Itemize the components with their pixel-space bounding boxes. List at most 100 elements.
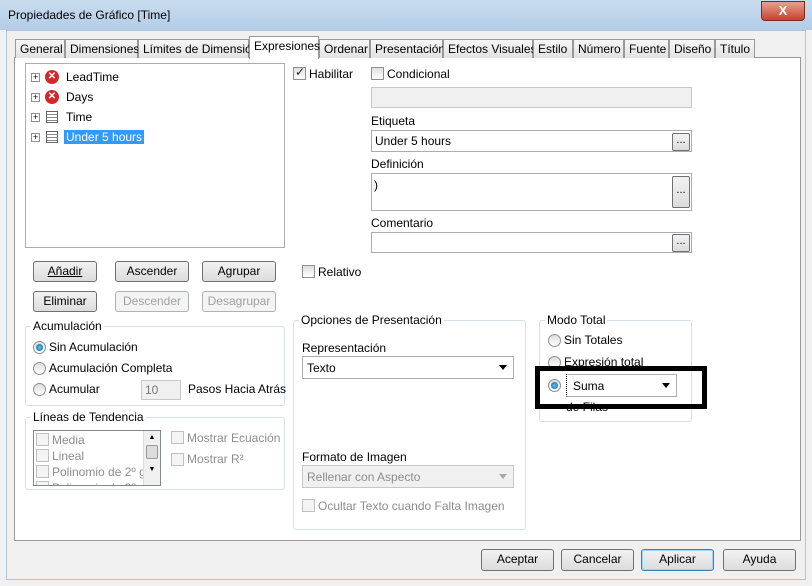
cancel-button[interactable]: Cancelar — [561, 549, 634, 571]
relative-checkbox[interactable] — [302, 265, 315, 278]
close-button[interactable]: X — [761, 1, 805, 21]
ungroup-button[interactable]: Desagrupar — [202, 291, 276, 312]
scroll-up-icon[interactable]: ▲ — [144, 431, 160, 445]
trend-item-label: Lineal — [52, 449, 85, 463]
tab-10[interactable]: Diseño — [669, 39, 715, 58]
move-up-button[interactable]: Ascender — [115, 261, 189, 282]
window-title: Propiedades de Gráfico [Time] — [8, 8, 171, 22]
trend-checkbox[interactable] — [36, 481, 49, 485]
trend-item-label: Polinomio de 3º — [52, 481, 136, 485]
group-button[interactable]: Agrupar — [202, 261, 276, 282]
chevron-down-icon — [499, 474, 507, 479]
move-down-button[interactable]: Descender — [115, 291, 189, 312]
tree-item-label: Days — [66, 90, 94, 104]
label-value: Under 5 hours — [375, 134, 452, 148]
label-edit-button[interactable]: ... — [672, 133, 690, 151]
show-equation-label: Mostrar Ecuación — [187, 431, 281, 445]
trend-item[interactable]: Media — [36, 433, 85, 447]
scroll-thumb[interactable] — [146, 445, 158, 459]
scroll-down-icon[interactable]: ▼ — [144, 459, 160, 481]
apply-button[interactable]: Aplicar — [641, 549, 714, 571]
label-input[interactable]: Under 5 hours — [371, 130, 692, 152]
definition-title: Definición — [371, 157, 424, 171]
representation-value: Texto — [307, 361, 336, 375]
tab-6[interactable]: Efectos Visuales — [443, 39, 537, 58]
tree-item-label: LeadTime — [66, 70, 119, 84]
no-totals-label: Sin Totales — [564, 333, 623, 347]
accumulation-title: Acumulación — [31, 319, 104, 333]
show-r2-checkbox[interactable] — [171, 453, 184, 466]
representation-select[interactable]: Texto — [302, 356, 514, 379]
trend-title: Líneas de Tendencia — [31, 410, 146, 424]
expression-tree[interactable]: + ✕ LeadTime + ✕ Days + Time + Under 5 hours — [25, 63, 285, 248]
trend-item[interactable]: Polinomio de 3º — [36, 481, 136, 485]
image-format-select[interactable]: Rellenar con Aspecto — [302, 465, 514, 488]
steps-label: Pasos Hacia Atrás — [188, 382, 287, 396]
tab-5[interactable]: Presentación — [370, 39, 445, 58]
table-icon — [46, 131, 58, 143]
full-accumulation-label: Acumulación Completa — [49, 361, 173, 375]
definition-value: ) — [374, 178, 378, 192]
hide-text-label: Ocultar Texto cuando Falta Imagen — [318, 499, 505, 513]
chevron-down-icon — [499, 365, 507, 370]
no-accumulation-label: Sin Acumulación — [49, 340, 138, 354]
tab-1[interactable]: Dimensiones — [65, 39, 139, 58]
conditional-checkbox[interactable] — [371, 67, 384, 80]
definition-input[interactable]: ) — [371, 173, 692, 211]
condition-input[interactable] — [371, 87, 692, 108]
trend-checkbox[interactable] — [36, 465, 49, 478]
comment-input[interactable] — [371, 232, 692, 253]
enable-label: Habilitar — [309, 67, 354, 81]
trend-item-label: Media — [52, 433, 85, 447]
radio-full-accumulation[interactable] — [33, 362, 46, 375]
comment-edit-button[interactable]: ... — [672, 234, 690, 252]
radio-no-accumulation[interactable] — [33, 341, 46, 354]
error-icon: ✕ — [45, 90, 59, 104]
trend-checkbox[interactable] — [36, 449, 49, 462]
accumulate-label: Acumular — [49, 382, 100, 396]
add-label: Añadir — [47, 264, 83, 278]
tree-item-label: Under 5 hours — [64, 130, 145, 144]
image-format-value: Rellenar con Aspecto — [307, 470, 421, 484]
enable-checkbox[interactable]: ✓ — [293, 65, 306, 80]
tab-3[interactable]: Expresiones — [249, 36, 320, 59]
radio-accumulate[interactable] — [33, 383, 46, 396]
show-equation-checkbox[interactable] — [171, 431, 184, 444]
trend-item[interactable]: Polinomio de 2º gra — [36, 465, 156, 479]
expand-icon[interactable]: + — [31, 93, 40, 102]
steps-spinner[interactable]: 10 — [141, 380, 181, 400]
total-mode-title: Modo Total — [545, 313, 608, 327]
trend-item[interactable]: Lineal — [36, 449, 84, 463]
help-button[interactable]: Ayuda — [723, 549, 796, 571]
delete-button[interactable]: Eliminar — [33, 291, 97, 312]
tab-2[interactable]: Límites de Dimensión — [138, 39, 258, 58]
expand-icon[interactable]: + — [31, 73, 40, 82]
tab-11[interactable]: Título — [715, 39, 755, 58]
ok-button[interactable]: Aceptar — [481, 549, 554, 571]
check-icon: ✓ — [295, 65, 306, 79]
image-format-label: Formato de Imagen — [302, 450, 407, 464]
error-icon: ✕ — [45, 70, 59, 84]
tab-8[interactable]: Número — [573, 39, 624, 58]
label-title: Etiqueta — [371, 114, 416, 128]
representation-label: Representación — [302, 341, 387, 355]
conditional-label: Condicional — [387, 67, 450, 81]
definition-edit-button[interactable]: ... — [672, 176, 690, 208]
trend-scrollbar[interactable]: ▲ ▼ — [143, 431, 160, 485]
steps-value: 10 — [145, 383, 159, 397]
radio-no-totals[interactable] — [548, 334, 561, 347]
tab-9[interactable]: Fuente — [624, 39, 669, 58]
table-icon — [46, 111, 58, 123]
expand-icon[interactable]: + — [31, 113, 40, 122]
hide-text-checkbox[interactable] — [302, 499, 315, 512]
trend-checkbox[interactable] — [36, 433, 49, 446]
add-button[interactable]: Añadir — [33, 261, 97, 282]
relative-label: Relativo — [318, 265, 362, 279]
tab-4[interactable]: Ordenar — [319, 39, 370, 58]
trend-item-label: Polinomio de 2º gra — [52, 465, 157, 479]
tab-7[interactable]: Estilo — [533, 39, 573, 58]
tree-item-label: Time — [66, 110, 93, 124]
expand-icon[interactable]: + — [31, 133, 40, 142]
tab-0[interactable]: General — [15, 39, 65, 58]
trend-list[interactable]: Media Lineal Polinomio de 2º gra Polinomio … — [33, 430, 161, 486]
